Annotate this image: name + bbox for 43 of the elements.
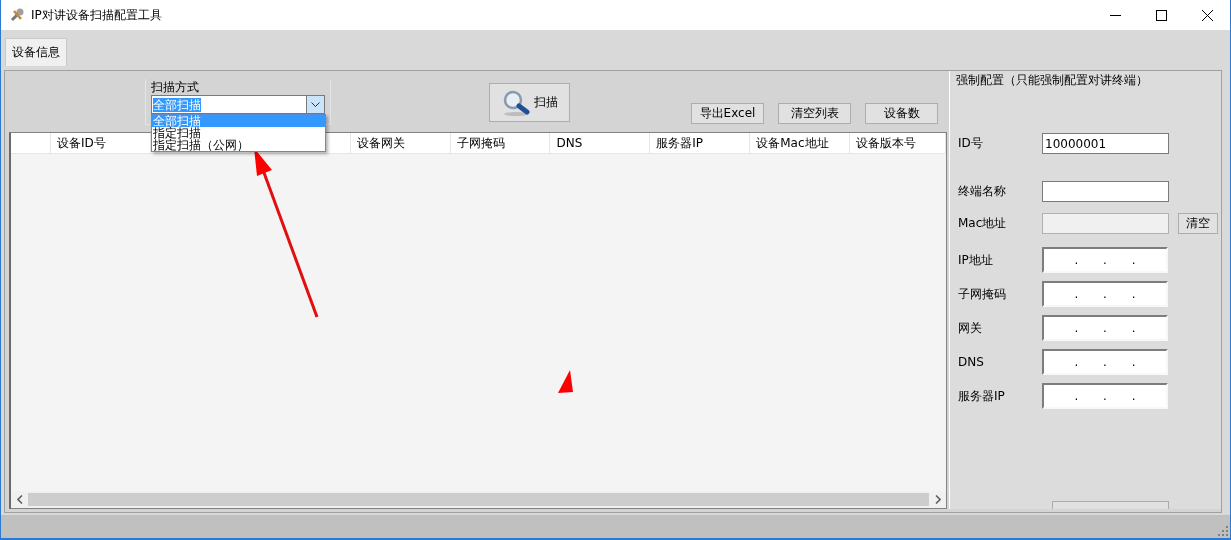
dropdown-option[interactable]: 指定扫描（公网） [152,139,325,151]
ip-address-field[interactable]: . . . [1042,247,1168,273]
tab[interactable]: 设备信息 [5,38,67,66]
close-icon [1201,9,1213,21]
field-label: 子网掩码 [957,285,1007,303]
column-header[interactable]: 设备Mac地址 [750,133,851,153]
scrollbar-thumb[interactable] [28,493,929,506]
partial-button[interactable] [1052,501,1169,509]
scroll-left-icon[interactable] [16,495,23,504]
column-header[interactable]: 设备版本号 [850,133,946,153]
resize-grip-icon[interactable] [1217,525,1228,536]
toolbar-button[interactable]: 导出Excel [691,103,764,124]
toolbar-button[interactable]: 清空列表 [778,103,851,124]
scroll-right-icon[interactable] [934,495,941,504]
ip-address-field[interactable]: . . . [1042,315,1168,341]
ip-address-field[interactable]: . . . [1042,349,1168,375]
field-label: Mac地址 [957,215,1008,232]
field-label: DNS [957,355,985,369]
arrowhead-annotation [558,370,573,393]
field-label: IP地址 [957,251,994,269]
tools-icon [9,7,25,23]
field-label: 终端名称 [957,183,1007,200]
dropdown-option[interactable]: 指定扫描 [152,127,325,139]
scan-mode-label: 扫描方式 [151,79,200,95]
chevron-down-icon [311,102,320,107]
column-header[interactable]: 设备ID号 [50,133,151,153]
field-label: ID号 [957,135,984,152]
window-title: IP对讲设备扫描配置工具 [31,6,163,24]
ip-address-field[interactable]: . . . [1042,383,1168,409]
panel-title: 强制配置（只能强制配置对讲终端） [956,73,1149,87]
magnifier-icon [501,89,530,116]
toolbar-button[interactable]: 设备数 [865,103,938,124]
column-header[interactable]: DNS [550,133,651,153]
column-header[interactable]: 服务器IP [650,133,751,153]
ip-address-field[interactable]: . . . [1042,281,1168,307]
input-field[interactable] [1042,181,1169,202]
column-header[interactable]: 子网掩码 [450,133,551,153]
input-field[interactable]: 10000001 [1042,133,1169,154]
column-header[interactable]: 设备网关 [350,133,451,153]
field-label: 网关 [957,319,983,337]
scan-button[interactable]: 扫描 [489,83,570,122]
field-label: 服务器IP [957,387,1006,405]
maximize-icon [1155,9,1167,21]
